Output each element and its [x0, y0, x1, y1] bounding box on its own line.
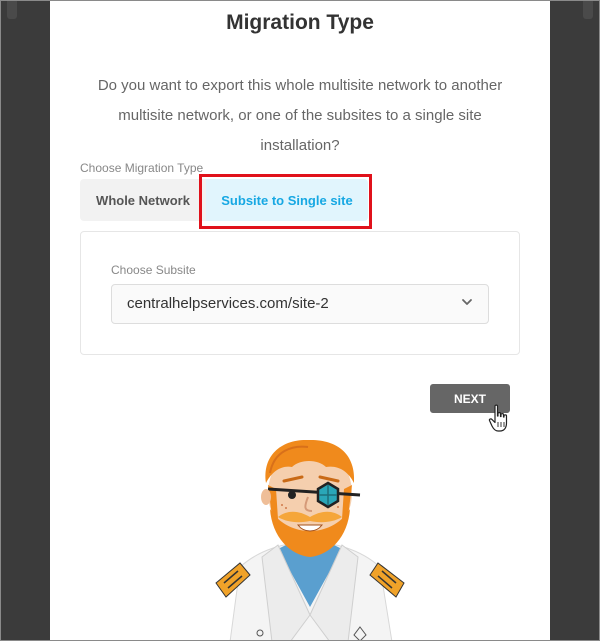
- subsite-to-single-site-button[interactable]: Subsite to Single site: [206, 179, 368, 221]
- migration-type-toggle: Whole Network Subsite to Single site: [80, 179, 368, 221]
- left-edge-handle: [7, 1, 17, 19]
- right-edge-handle: [583, 1, 593, 19]
- dialog-question: Do you want to export this whole multisi…: [97, 77, 503, 154]
- left-backdrop: [1, 1, 50, 640]
- right-backdrop: [550, 1, 599, 640]
- migration-type-dialog: Migration Type Do you want to export thi…: [50, 1, 550, 640]
- subsite-select-value: centralhelpservices.com/site-2: [127, 295, 329, 312]
- dialog-title: Migration Type: [226, 11, 374, 34]
- subsite-select[interactable]: centralhelpservices.com/site-2: [111, 284, 489, 324]
- screenshot-frame: Migration Type Do you want to export thi…: [0, 0, 600, 641]
- hand-pointer-icon: [488, 404, 508, 432]
- migration-type-label: Choose Migration Type: [80, 161, 204, 175]
- whole-network-button[interactable]: Whole Network: [80, 179, 206, 221]
- chevron-down-icon: [462, 299, 472, 305]
- choose-subsite-label: Choose Subsite: [111, 263, 196, 277]
- choose-subsite-card: Choose Subsite centralhelpservices.com/s…: [80, 231, 520, 355]
- pirate-mascot-illustration: [215, 439, 405, 640]
